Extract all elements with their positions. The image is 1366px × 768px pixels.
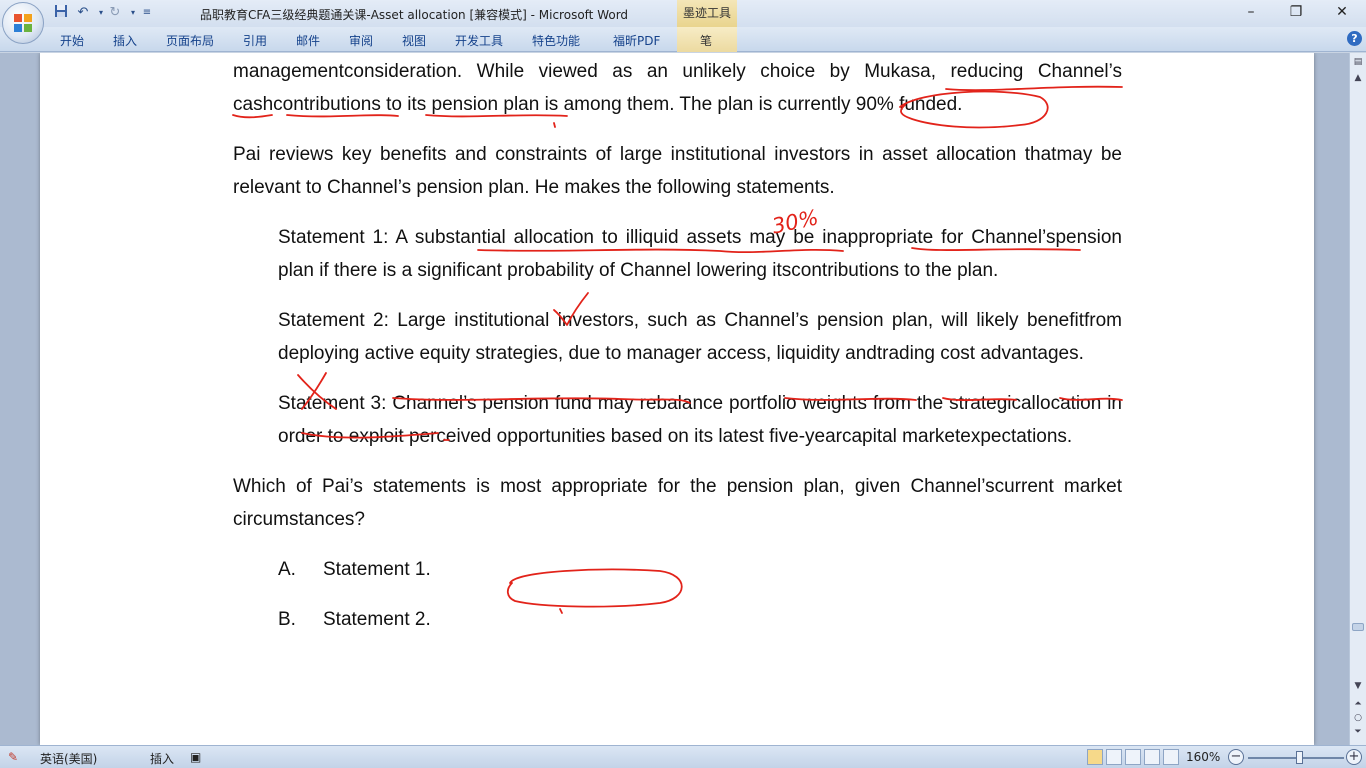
more-commands-icon[interactable]: ≡ <box>138 4 156 22</box>
scroll-down-icon[interactable]: ▼ <box>1351 679 1365 693</box>
tab-insert[interactable]: 插入 <box>113 32 137 49</box>
ruler-toggle-icon[interactable]: ▤ <box>1351 55 1365 69</box>
vertical-scrollbar[interactable]: ▤ ▲ ▼ ⏶ ○ ⏷ <box>1349 53 1366 745</box>
web-layout-button[interactable] <box>1125 749 1141 765</box>
zoom-level[interactable]: 160% <box>1186 750 1220 764</box>
save-icon[interactable] <box>52 4 70 22</box>
draft-view-button[interactable] <box>1163 749 1179 765</box>
option-a-text: Statement 1. <box>323 559 431 580</box>
insert-mode-indicator[interactable]: 插入 <box>150 750 174 767</box>
option-b-label: B. <box>278 609 296 630</box>
close-button[interactable]: ✕ <box>1319 0 1365 24</box>
minimize-button[interactable]: – <box>1228 0 1274 24</box>
statement-1: Statement 1: A substantial allocation to… <box>278 227 1122 281</box>
paragraph-2: Pai reviews key benefits and constraints… <box>233 144 1122 198</box>
tab-references[interactable]: 引用 <box>243 32 267 49</box>
undo-icon[interactable]: ↶ <box>74 4 92 22</box>
zoom-in-button[interactable]: + <box>1346 749 1362 765</box>
tab-home[interactable]: 开始 <box>60 32 84 49</box>
question-text: Which of Pai’s statements is most approp… <box>233 476 1122 530</box>
tab-special-features[interactable]: 特色功能 <box>532 32 580 49</box>
zoom-slider-thumb[interactable] <box>1296 751 1303 764</box>
zoom-out-button[interactable]: − <box>1228 749 1244 765</box>
office-logo-icon <box>14 14 32 32</box>
office-button[interactable] <box>2 2 44 44</box>
statement-3: Statement 3: Channel’s pension fund may … <box>278 393 1122 447</box>
document-page[interactable]: managementconsideration. While viewed as… <box>40 53 1314 745</box>
print-layout-view-button[interactable] <box>1087 749 1103 765</box>
scrollbar-thumb[interactable] <box>1352 623 1364 631</box>
tab-foxit-pdf[interactable]: 福昕PDF <box>613 32 660 49</box>
option-b[interactable]: B. Statement 2. <box>278 603 1122 636</box>
intro-line-2: cashcontributions to its pension plan is… <box>233 94 963 115</box>
select-browse-object-icon[interactable]: ○ <box>1351 711 1365 725</box>
tab-review[interactable]: 审阅 <box>349 32 373 49</box>
restore-button[interactable]: ❐ <box>1273 0 1319 24</box>
tab-mailings[interactable]: 邮件 <box>296 32 320 49</box>
language-indicator[interactable]: 英语(美国) <box>40 750 97 767</box>
document-area[interactable]: managementconsideration. While viewed as… <box>0 53 1349 745</box>
proofing-icon[interactable]: ✎ <box>8 750 18 764</box>
option-b-text: Statement 2. <box>323 609 431 630</box>
next-page-icon[interactable]: ⏷ <box>1351 725 1365 739</box>
tab-developer[interactable]: 开发工具 <box>455 32 503 49</box>
tab-view[interactable]: 视图 <box>402 32 426 49</box>
redo-icon[interactable]: ↻ <box>106 4 124 22</box>
title-bar: ↶ ▾ ↻ ▾ ≡ 品职教育CFA三级经典题通关课-Asset allocati… <box>0 0 1366 27</box>
ink-tools-context-title: 墨迹工具 <box>677 0 737 27</box>
help-icon[interactable]: ? <box>1347 31 1362 46</box>
option-a-label: A. <box>278 559 296 580</box>
tab-pen[interactable]: 笔 <box>700 32 712 49</box>
status-bar: ✎ 英语(美国) 插入 ▣ 160% − + <box>0 745 1366 768</box>
scroll-up-icon[interactable]: ▲ <box>1351 71 1365 85</box>
ribbon-tab-bar: 开始 插入 页面布局 引用 邮件 审阅 视图 开发工具 特色功能 福昕PDF 笔 <box>0 27 1366 52</box>
document-content[interactable]: managementconsideration. While viewed as… <box>233 53 1122 636</box>
intro-line-1: managementconsideration. While viewed as… <box>233 61 1122 82</box>
previous-page-icon[interactable]: ⏶ <box>1351 697 1365 711</box>
macro-record-icon[interactable]: ▣ <box>190 750 201 764</box>
tab-page-layout[interactable]: 页面布局 <box>166 32 214 49</box>
full-screen-reading-button[interactable] <box>1106 749 1122 765</box>
statement-2: Statement 2: Large institutional investo… <box>278 310 1122 364</box>
outline-view-button[interactable] <box>1144 749 1160 765</box>
option-a[interactable]: A. Statement 1. <box>278 553 1122 586</box>
window-title: 品职教育CFA三级经典题通关课-Asset allocation [兼容模式] … <box>200 8 629 22</box>
